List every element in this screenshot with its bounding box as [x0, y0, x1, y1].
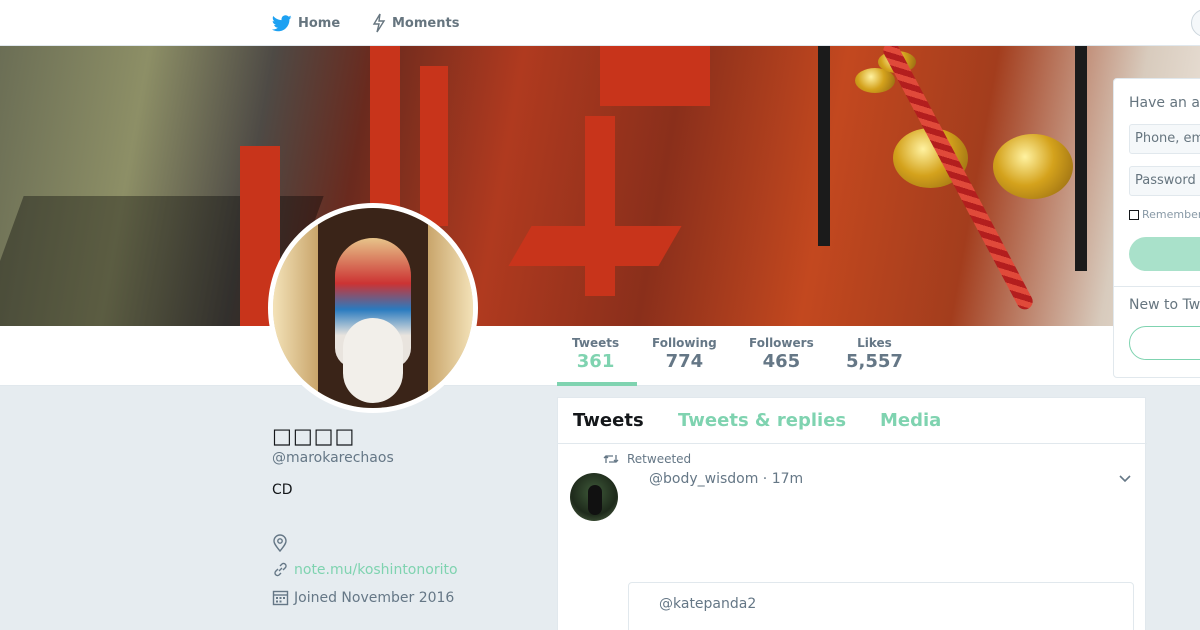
login-button[interactable]: [1129, 237, 1200, 271]
remember-me-checkbox[interactable]: [1129, 209, 1139, 220]
tweet-header[interactable]: @body_wisdom · 17m: [649, 471, 803, 487]
stat-tweets-label: Tweets: [572, 336, 620, 350]
stat-likes-label: Likes: [857, 336, 892, 350]
username-input[interactable]: Phone, email or username: [1129, 124, 1200, 154]
quoted-tweet-handle: @katepanda2: [659, 596, 757, 612]
stat-following-value: 774: [665, 351, 704, 372]
profile-handle[interactable]: @marokarechaos: [272, 450, 394, 466]
tweet-author-avatar[interactable]: [570, 473, 618, 521]
signup-button[interactable]: [1129, 326, 1200, 360]
login-title: Have an account?: [1129, 95, 1200, 111]
profile-name[interactable]: □□□□: [272, 424, 355, 448]
stat-following-label: Following: [652, 336, 717, 350]
link-icon: [274, 562, 287, 577]
stat-likes-value: 5,557: [846, 351, 903, 372]
profile-url-link[interactable]: note.mu/koshintonorito: [294, 562, 458, 578]
account-avatar-button[interactable]: [1191, 9, 1200, 37]
timeline-tabs: Tweets Tweets & replies Media: [558, 398, 1147, 444]
profile-banner-image: [0, 46, 1200, 326]
top-navigation-bar: Home Moments: [0, 0, 1200, 46]
remember-me-row[interactable]: Remember me: [1129, 208, 1200, 221]
stat-tweets[interactable]: Tweets 361: [572, 336, 619, 372]
tab-tweets[interactable]: Tweets: [573, 410, 644, 431]
profile-stats-bar: Tweets 361 Following 774 Followers 465 L…: [0, 326, 1200, 386]
timeline: Tweets Tweets & replies Media Retweeted …: [557, 397, 1147, 630]
stat-following[interactable]: Following 774: [652, 336, 717, 372]
calendar-icon: [272, 590, 289, 606]
profile-joined-label: Joined November 2016: [294, 589, 455, 606]
stat-tweets-value: 361: [576, 351, 615, 372]
chevron-down-icon[interactable]: [1118, 474, 1132, 484]
login-divider: [1114, 286, 1200, 287]
retweet-context: Retweeted: [603, 452, 691, 466]
nav-home-label: Home: [298, 15, 341, 31]
nav-moments-label: Moments: [392, 15, 460, 31]
twitter-bird-icon: [272, 14, 292, 31]
active-stat-indicator: [557, 382, 637, 386]
profile-avatar[interactable]: [268, 203, 478, 413]
profile-location-row: [272, 534, 293, 552]
lightning-bolt-icon: [372, 13, 386, 33]
quoted-tweet[interactable]: @katepanda2: [628, 582, 1134, 630]
nav-home[interactable]: Home: [272, 0, 340, 46]
stat-followers[interactable]: Followers 465: [749, 336, 814, 372]
retweeted-label: Retweeted: [627, 452, 692, 466]
stat-likes[interactable]: Likes 5,557: [846, 336, 903, 372]
tab-media[interactable]: Media: [880, 410, 941, 431]
stat-followers-label: Followers: [749, 336, 814, 350]
retweet-icon: [603, 455, 619, 463]
nav-moments[interactable]: Moments: [372, 0, 459, 46]
tab-tweets-and-replies[interactable]: Tweets & replies: [678, 410, 846, 431]
stat-followers-value: 465: [762, 351, 801, 372]
profile-url-row: note.mu/koshintonorito: [272, 561, 458, 578]
new-to-twitter-label: New to Twitter?: [1129, 297, 1200, 313]
profile-bio: CD: [272, 482, 293, 498]
profile-joined-row: Joined November 2016: [272, 589, 454, 606]
password-input[interactable]: Password: [1129, 166, 1200, 196]
remember-me-label: Remember me: [1142, 208, 1200, 221]
login-card: Have an account? Phone, email or usernam…: [1113, 78, 1200, 378]
location-pin-icon: [273, 534, 287, 552]
